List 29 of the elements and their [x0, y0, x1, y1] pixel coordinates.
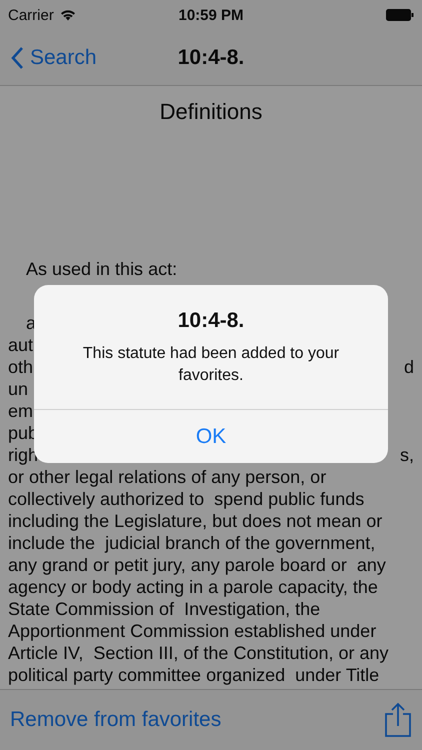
body-text: agency or body acting in a parole capacity, the: [8, 576, 378, 598]
body-text: s,: [400, 444, 414, 466]
body-text: d: [404, 356, 414, 378]
alert-title: 10:4-8.: [178, 309, 244, 333]
body-text: oth: [8, 356, 34, 378]
nav-title: 10:4-8.: [178, 46, 244, 70]
chevron-left-icon: [10, 46, 24, 70]
body-text: any grand or petit jury, any parole board or any: [8, 554, 386, 576]
body-text: aut: [8, 334, 34, 356]
remove-favorites-button[interactable]: Remove from favorites: [10, 708, 222, 732]
alert-message: This statute had been added to your favorites.: [82, 344, 340, 386]
status-time: 10:59 PM: [178, 6, 244, 24]
body-text: collectively authorized to spend public funds: [8, 488, 364, 510]
body-text: State Commission of Investigation, the: [8, 598, 320, 620]
body-text: un: [8, 378, 28, 400]
body-text: include the judicial branch of the government,: [8, 532, 376, 554]
document-heading: Definitions: [158, 99, 264, 125]
body-text: or other legal relations of any person, or: [8, 466, 326, 488]
battery-icon: [386, 9, 414, 21]
body-text: political party committee organized under Title: [8, 664, 380, 686]
carrier-name: Carrier: [8, 6, 54, 24]
back-button[interactable]: Search: [0, 46, 97, 70]
body-text: em: [8, 400, 34, 422]
body-text: including the Legislature, but does not mean or: [8, 510, 382, 532]
body-text: Article IV, Section III, of the Constitution, or any: [8, 642, 389, 664]
wifi-icon: [60, 9, 76, 21]
body-text: Apportionment Commission established under: [8, 620, 376, 642]
body-text: As used in this act:: [25, 258, 178, 280]
share-icon[interactable]: [384, 702, 412, 738]
